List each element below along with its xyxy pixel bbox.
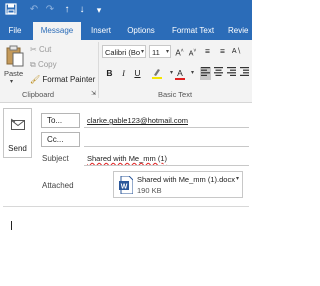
title-bar: ↶ ↷ ↑ ↓ ▾ <box>0 0 252 22</box>
font-size-select[interactable]: 11 ▾ <box>149 45 171 58</box>
word-document-icon: W <box>119 176 133 194</box>
chevron-down-icon[interactable]: ▾ <box>236 175 239 182</box>
arrow-up-icon[interactable]: ↑ <box>60 3 74 17</box>
tab-format-text[interactable]: Format Text <box>167 22 219 40</box>
to-button[interactable]: To... <box>41 113 80 128</box>
basic-text-group-label: Basic Text <box>158 90 193 99</box>
font-name-select[interactable]: Calibri (Bo ▾ <box>102 45 146 58</box>
send-button[interactable]: Send <box>3 108 32 158</box>
send-label: Send <box>8 144 27 153</box>
attachment-item[interactable]: W Shared with Me_mm (1).docx 190 KB ▾ <box>113 171 243 198</box>
grow-font-icon[interactable]: A˄ <box>174 45 185 58</box>
subject-value: Shared with Me_mm (1) <box>87 154 168 163</box>
ribbon-tabs: File Message Insert Options Format Text … <box>0 22 252 41</box>
font-name-value: Calibri (Bo <box>105 48 141 57</box>
text-cursor <box>11 221 12 230</box>
chevron-down-icon[interactable]: ▾ <box>187 67 198 80</box>
undo-icon[interactable]: ↶ <box>27 3 41 17</box>
tab-options[interactable]: Options <box>122 22 160 40</box>
tab-file[interactable]: File <box>4 22 26 40</box>
font-size-value: 11 <box>152 48 160 57</box>
copy-icon: ⧉ <box>30 60 36 69</box>
svg-text:W: W <box>121 184 128 191</box>
tab-insert[interactable]: Insert <box>86 22 116 40</box>
cc-field[interactable] <box>84 132 249 147</box>
copy-label: Copy <box>37 60 57 69</box>
dialog-launcher-icon[interactable]: ⇲ <box>91 90 96 97</box>
align-center-icon[interactable] <box>213 67 224 80</box>
copy-button[interactable]: ⧉ Copy <box>30 60 57 70</box>
indent-icon[interactable] <box>239 67 250 80</box>
highlight-icon[interactable] <box>150 67 164 80</box>
chevron-down-icon: ▾ <box>10 79 14 85</box>
tab-message[interactable]: Message <box>33 22 81 41</box>
paste-button[interactable]: Paste ▾ <box>3 42 27 86</box>
cut-button[interactable]: ✂ Cut <box>30 45 51 54</box>
message-body[interactable] <box>3 206 249 285</box>
bullets-icon[interactable]: ≡ <box>202 45 213 58</box>
scissors-icon: ✂ <box>30 45 37 54</box>
format-painter-button[interactable]: 🖌 Format Painter <box>30 75 95 84</box>
format-painter-label: Format Painter <box>42 75 96 84</box>
underline-button[interactable]: U <box>132 67 143 80</box>
font-color-bar <box>175 78 185 80</box>
arrow-down-icon[interactable]: ↓ <box>75 3 89 17</box>
italic-button[interactable]: I <box>118 67 129 80</box>
send-icon <box>11 118 25 130</box>
subject-field[interactable]: Shared with Me_mm (1) <box>84 151 249 166</box>
redo-icon[interactable]: ↷ <box>43 3 57 17</box>
cc-button[interactable]: Cc... <box>41 132 80 147</box>
group-divider <box>98 42 99 98</box>
attached-label: Attached <box>42 181 74 190</box>
subject-label: Subject <box>42 154 69 163</box>
clipboard-icon <box>6 45 24 67</box>
font-color-button[interactable]: A <box>174 67 186 80</box>
save-icon[interactable] <box>4 3 18 17</box>
attachment-name: Shared with Me_mm (1).docx <box>137 175 235 184</box>
to-field[interactable]: clarke.gable123@hotmail.com <box>84 113 249 128</box>
customize-icon[interactable]: ▾ <box>92 3 106 17</box>
to-recipient: clarke.gable123@hotmail.com <box>87 116 188 125</box>
ribbon: Paste ▾ ✂ Cut ⧉ Copy 🖌 Format Painter Cl… <box>0 40 252 103</box>
font-color-label: A <box>177 68 183 78</box>
attachment-size: 190 KB <box>137 186 162 195</box>
cut-label: Cut <box>38 45 52 54</box>
shrink-font-icon[interactable]: A˅ <box>187 45 198 58</box>
tab-review[interactable]: Revie <box>228 22 258 40</box>
numbering-icon[interactable]: ≡ <box>217 45 228 58</box>
clear-formatting-icon[interactable]: A∖ <box>231 45 242 58</box>
align-right-icon[interactable] <box>226 67 237 80</box>
chevron-down-icon: ▾ <box>165 49 169 55</box>
bold-button[interactable]: B <box>104 67 115 80</box>
chevron-down-icon: ▾ <box>140 49 144 55</box>
paste-label: Paste <box>4 69 24 78</box>
align-left-icon[interactable] <box>200 67 211 80</box>
clipboard-group-label: Clipboard <box>22 90 55 99</box>
paintbrush-icon: 🖌 <box>30 75 41 84</box>
